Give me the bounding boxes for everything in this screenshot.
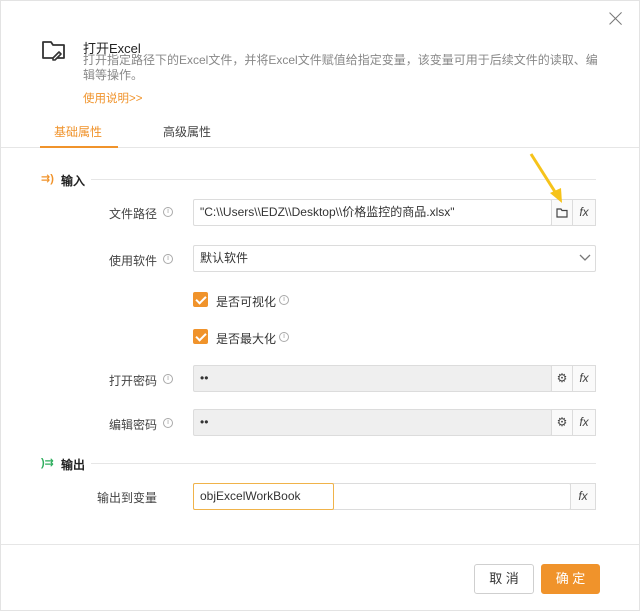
gear-icon[interactable]: ⚙ [551, 365, 573, 392]
info-icon: i [163, 418, 173, 428]
section-divider [91, 179, 596, 180]
section-divider [91, 463, 596, 464]
info-icon: i [279, 332, 289, 342]
info-icon: i [163, 207, 173, 217]
open-password-label: 打开密码 [108, 374, 157, 388]
ok-button[interactable]: 确 定 [541, 564, 600, 594]
visible-checkbox[interactable] [193, 292, 208, 307]
fx-button[interactable]: fx [572, 409, 596, 436]
software-label: 使用软件 [108, 254, 157, 268]
fx-button[interactable]: fx [572, 365, 596, 392]
edit-password-input[interactable]: •• [193, 409, 552, 436]
tab-bar: 基础属性 高级属性 [1, 115, 639, 148]
software-select[interactable]: 默认软件 [193, 245, 596, 272]
edit-password-label: 编辑密码 [108, 418, 157, 432]
info-icon: i [163, 374, 173, 384]
input-section-icon: ⇉) [41, 173, 54, 185]
dialog-description: 打开指定路径下的Excel文件，并将Excel文件赋值给指定变量，该变量可用于后… [83, 53, 598, 82]
close-icon[interactable] [609, 11, 623, 25]
folder-edit-icon [42, 41, 65, 61]
info-icon: i [279, 295, 289, 305]
open-password-input[interactable]: •• [193, 365, 552, 392]
input-section-title: 输入 [61, 174, 86, 188]
file-path-input[interactable]: "C:\\Users\\EDZ\\Desktop\\价格监控的商品.xlsx" [193, 199, 552, 226]
help-link[interactable]: 使用说明>> [83, 90, 142, 106]
info-icon: i [163, 254, 173, 264]
file-path-label: 文件路径 [108, 207, 157, 221]
active-tab-indicator [40, 146, 118, 148]
output-section-icon: )⇉ [41, 457, 54, 469]
chevron-down-icon [579, 254, 591, 261]
tab-basic[interactable]: 基础属性 [54, 123, 102, 140]
maximize-label: 是否最大化 [216, 332, 277, 346]
maximize-checkbox[interactable] [193, 329, 208, 344]
cancel-button[interactable]: 取 消 [474, 564, 534, 594]
open-excel-dialog: 打开Excel 打开指定路径下的Excel文件，并将Excel文件赋值给指定变量… [0, 0, 640, 611]
visible-label: 是否可视化 [216, 295, 277, 309]
footer-divider [1, 544, 639, 545]
fx-button[interactable]: fx [570, 483, 596, 510]
output-var-label: 输出到变量 [96, 491, 157, 505]
tab-advanced[interactable]: 高级属性 [163, 123, 211, 140]
gear-icon[interactable]: ⚙ [551, 409, 573, 436]
fx-button[interactable]: fx [572, 199, 596, 226]
output-var-input[interactable]: objExcelWorkBook [193, 483, 334, 510]
folder-browse-icon[interactable] [551, 199, 573, 226]
output-section-title: 输出 [61, 458, 86, 472]
